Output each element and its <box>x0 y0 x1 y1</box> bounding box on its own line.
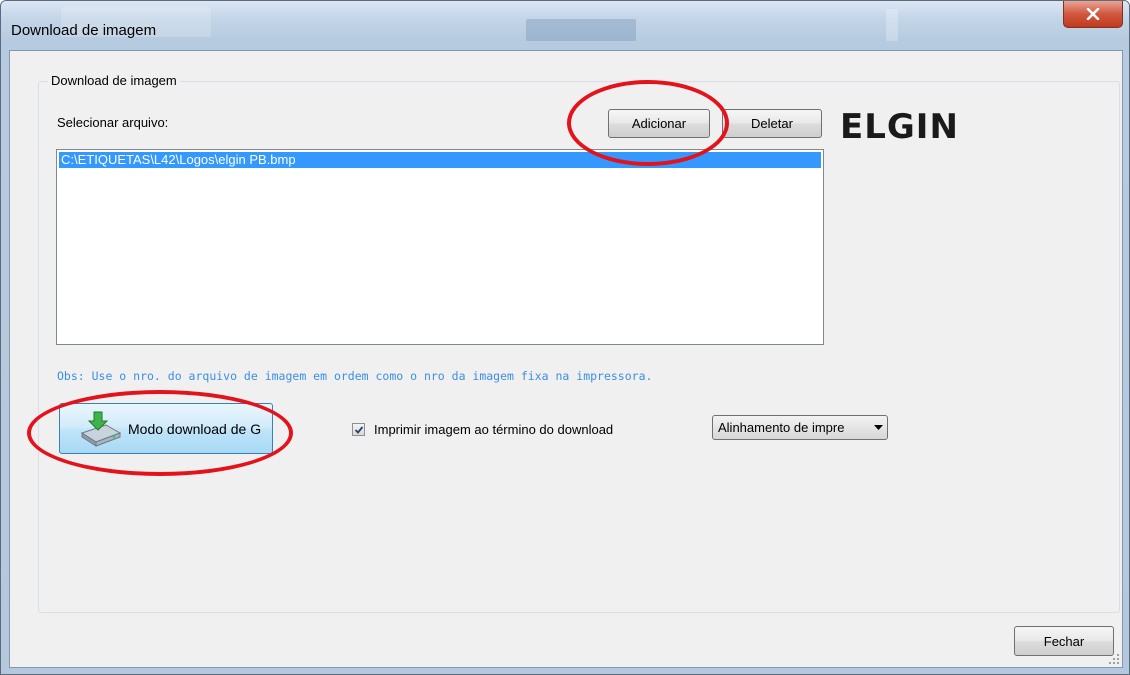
close-x-icon <box>1086 8 1100 20</box>
print-checkbox-label: Imprimir imagem ao término do download <box>374 422 614 437</box>
alignment-select[interactable]: Alinhamento de impre <box>712 415 888 440</box>
delete-button[interactable]: Deletar <box>722 109 822 138</box>
title-bar[interactable]: Download de imagem <box>1 1 1129 41</box>
alignment-select-value: Alinhamento de impre <box>718 420 845 435</box>
titlebar-reflection <box>886 9 898 41</box>
group-legend: Download de imagem <box>48 73 180 88</box>
note-text: Obs: Use o nro. do arquivo de imagem em … <box>57 369 653 383</box>
download-drive-icon <box>80 411 122 447</box>
window-title: Download de imagem <box>11 22 157 39</box>
close-button[interactable]: Fechar <box>1014 626 1114 656</box>
add-button[interactable]: Adicionar <box>608 109 710 138</box>
dialog-window: Download de imagem Download de imagem Se… <box>0 0 1130 675</box>
download-mode-label: Modo download de G <box>128 420 262 437</box>
print-checkbox[interactable] <box>352 423 365 436</box>
dropdown-arrow-icon <box>869 425 887 430</box>
print-checkbox-row[interactable]: Imprimir imagem ao término do download <box>352 422 613 437</box>
titlebar-reflection <box>526 19 636 41</box>
select-file-label: Selecionar arquivo: <box>57 115 169 130</box>
resize-grip-icon[interactable] <box>1108 653 1120 665</box>
download-mode-button[interactable]: Modo download de G <box>59 403 273 454</box>
close-window-button[interactable] <box>1063 1 1123 28</box>
elgin-logo: ELGIN <box>840 107 959 147</box>
list-item[interactable]: C:\ETIQUETAS\L42\Logos\elgin PB.bmp <box>59 152 821 168</box>
dialog-client-area: Download de imagem Selecionar arquivo: A… <box>9 50 1123 668</box>
checkmark-icon <box>354 425 363 434</box>
file-listbox[interactable]: C:\ETIQUETAS\L42\Logos\elgin PB.bmp <box>56 149 824 345</box>
